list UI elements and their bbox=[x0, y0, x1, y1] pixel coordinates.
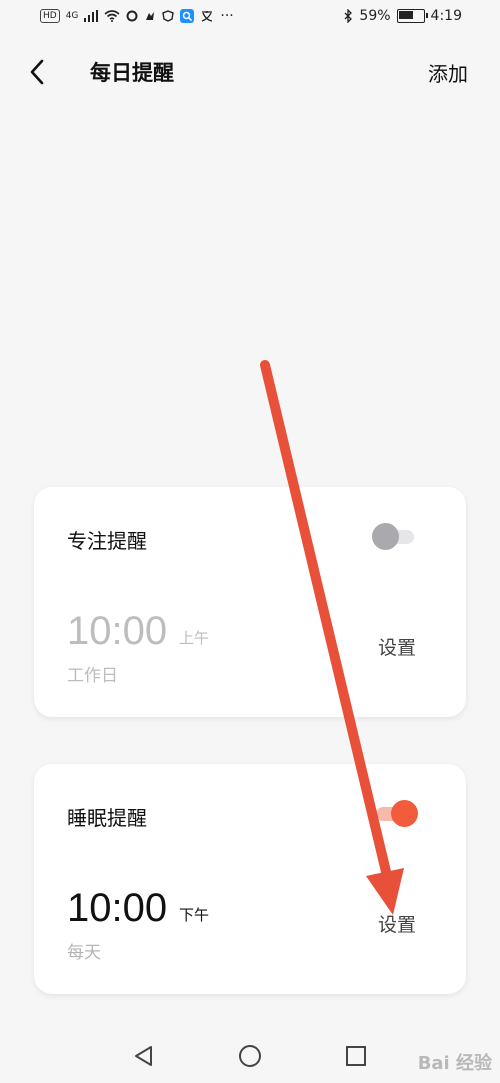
page-title: 每日提醒 bbox=[90, 61, 174, 85]
hd-badge: HD bbox=[40, 9, 60, 23]
nav-recents-button[interactable] bbox=[342, 1042, 370, 1070]
battery-percent: 59% bbox=[359, 8, 391, 24]
status-bar: HD 4G ··· 59% 4:19 bbox=[0, 0, 500, 38]
reminder-card-focus: 专注提醒 10:00 上午 工作日 设置 bbox=[34, 487, 466, 717]
baidu-watermark: Bai 经验 bbox=[417, 1053, 492, 1074]
reminder-toggle-focus[interactable] bbox=[372, 522, 418, 550]
set-button-focus[interactable]: 设置 bbox=[378, 633, 416, 660]
set-button-sleep[interactable]: 设置 bbox=[378, 910, 416, 937]
toggle-knob bbox=[391, 800, 418, 827]
recents-square-icon bbox=[346, 1046, 366, 1066]
header: 每日提醒 添加 bbox=[0, 45, 500, 97]
reminder-card-sleep: 睡眠提醒 10:00 下午 每天 设置 bbox=[34, 764, 466, 994]
chevron-left-icon bbox=[30, 59, 44, 85]
status-left: HD 4G ··· bbox=[40, 8, 234, 24]
shield-app-icon bbox=[162, 10, 175, 22]
reminder-time: 10:00 bbox=[67, 609, 168, 653]
search-app-icon bbox=[180, 9, 195, 23]
bluetooth-icon bbox=[344, 9, 353, 23]
reminder-time: 10:00 bbox=[67, 886, 168, 930]
reminder-ampm: 上午 bbox=[179, 629, 210, 647]
reminder-ampm: 下午 bbox=[179, 906, 210, 924]
reminder-title: 睡眠提醒 bbox=[67, 806, 147, 830]
nav-back-button[interactable] bbox=[130, 1042, 158, 1070]
wifi-icon bbox=[104, 10, 120, 22]
clock: 4:19 bbox=[430, 8, 462, 24]
more-notifications: ··· bbox=[220, 8, 234, 24]
network-type: 4G bbox=[65, 11, 79, 21]
back-button[interactable] bbox=[20, 55, 54, 89]
reminder-repeat: 每天 bbox=[67, 943, 101, 963]
signal-icon bbox=[84, 10, 99, 22]
status-right: 59% 4:19 bbox=[344, 8, 462, 24]
system-nav-bar: Bai 经验 bbox=[0, 1028, 500, 1083]
record-icon bbox=[126, 10, 138, 22]
add-button[interactable]: 添加 bbox=[428, 58, 468, 87]
reminder-repeat: 工作日 bbox=[67, 666, 118, 686]
translate-app-icon bbox=[202, 11, 213, 22]
reminder-title: 专注提醒 bbox=[67, 529, 147, 553]
back-triangle-icon bbox=[135, 1046, 152, 1066]
toggle-knob bbox=[372, 523, 399, 550]
reminder-toggle-sleep[interactable] bbox=[372, 799, 418, 827]
battery-icon bbox=[396, 9, 428, 23]
nav-home-button[interactable] bbox=[236, 1042, 264, 1070]
bird-app-icon bbox=[146, 12, 155, 20]
home-circle-icon bbox=[239, 1045, 261, 1067]
battery-fill bbox=[398, 11, 413, 19]
